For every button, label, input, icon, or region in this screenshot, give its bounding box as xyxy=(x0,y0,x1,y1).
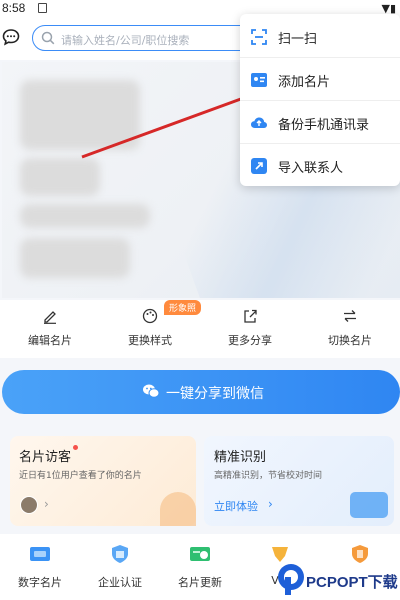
status-time: 8:58 xyxy=(2,1,26,15)
nav-card-update[interactable]: 名片更新 xyxy=(160,534,240,600)
person-illustration xyxy=(160,492,196,526)
nav-label: 数字名片 xyxy=(18,576,62,589)
blurred-content xyxy=(20,238,130,278)
menu-label: 导入联系人 xyxy=(278,161,344,176)
nav-label: 企业认证 xyxy=(98,576,142,589)
cloud-backup-icon xyxy=(251,117,267,128)
try-now-link[interactable]: 立即体验 xyxy=(214,498,258,514)
card-update-icon xyxy=(190,547,210,561)
notification-icon xyxy=(38,3,47,13)
watermark: PCPOPT下载 xyxy=(276,562,400,596)
action-label: 编辑名片 xyxy=(28,334,72,347)
more-share-button[interactable]: 更多分享 xyxy=(200,300,300,358)
recognition-card[interactable]: 精准识别 高精准识别，节省校对时间 立即体验 › xyxy=(204,436,394,526)
edit-card-button[interactable]: 编辑名片 xyxy=(0,300,100,358)
shield-icon xyxy=(352,545,368,563)
switch-icon xyxy=(344,310,356,322)
menu-label: 添加名片 xyxy=(278,75,331,90)
scan-card-illustration xyxy=(350,492,388,518)
add-card-icon xyxy=(251,73,267,87)
digital-card-icon xyxy=(30,547,50,561)
menu-item-add-card[interactable]: 添加名片 xyxy=(240,58,400,101)
blurred-content xyxy=(20,204,150,228)
scan-icon xyxy=(251,29,267,45)
action-label: 更换样式 xyxy=(128,334,172,347)
chevron-right-icon[interactable]: › xyxy=(44,497,49,511)
nav-label: 名片更新 xyxy=(178,576,222,589)
recognition-title: 精准识别 xyxy=(214,450,267,465)
chat-icon[interactable] xyxy=(2,28,20,46)
nav-enterprise-cert[interactable]: 企业认证 xyxy=(80,534,160,600)
action-label: 更多分享 xyxy=(228,334,272,347)
enterprise-cert-icon xyxy=(112,545,128,563)
watermark-logo-icon xyxy=(278,564,304,595)
popup-menu: 扫一扫 添加名片 备份手机通讯录 导入联系人 xyxy=(240,14,400,186)
menu-item-import-contacts[interactable]: 导入联系人 xyxy=(240,144,400,187)
style-badge: 形象照 xyxy=(164,300,202,315)
blurred-content xyxy=(20,158,100,196)
visitor-title: 名片访客 xyxy=(19,450,72,465)
edit-icon xyxy=(44,311,56,324)
search-placeholder: 请输入姓名/公司/职位搜索 xyxy=(61,34,190,47)
unread-dot xyxy=(73,445,78,450)
menu-item-scan[interactable]: 扫一扫 xyxy=(240,15,400,58)
share-label: 一键分享到微信 xyxy=(166,386,264,402)
avatar[interactable] xyxy=(20,496,38,514)
palette-icon xyxy=(142,308,158,324)
nav-digital-card[interactable]: 数字名片 xyxy=(0,534,80,600)
menu-item-backup-contacts[interactable]: 备份手机通讯录 xyxy=(240,101,400,144)
import-contact-icon xyxy=(251,158,267,174)
share-icon xyxy=(244,309,257,323)
chevron-right-icon[interactable]: › xyxy=(268,497,273,511)
action-label: 切换名片 xyxy=(328,334,372,347)
visitor-card[interactable]: 名片访客 近日有1位用户查看了你的名片 › xyxy=(10,436,196,526)
recognition-subtitle: 高精准识别，节省校对时间 xyxy=(214,471,323,481)
share-to-wechat-button[interactable]: 一键分享到微信 xyxy=(2,370,400,414)
menu-label: 扫一扫 xyxy=(278,32,318,47)
menu-label: 备份手机通讯录 xyxy=(278,118,370,133)
vip-icon xyxy=(272,547,288,562)
search-icon xyxy=(41,31,55,45)
wechat-icon xyxy=(143,384,160,398)
visitor-subtitle: 近日有1位用户查看了你的名片 xyxy=(19,471,142,481)
blurred-content xyxy=(20,80,140,150)
switch-card-button[interactable]: 切换名片 xyxy=(300,300,400,358)
watermark-text: PCPOPT下载 xyxy=(306,574,398,591)
